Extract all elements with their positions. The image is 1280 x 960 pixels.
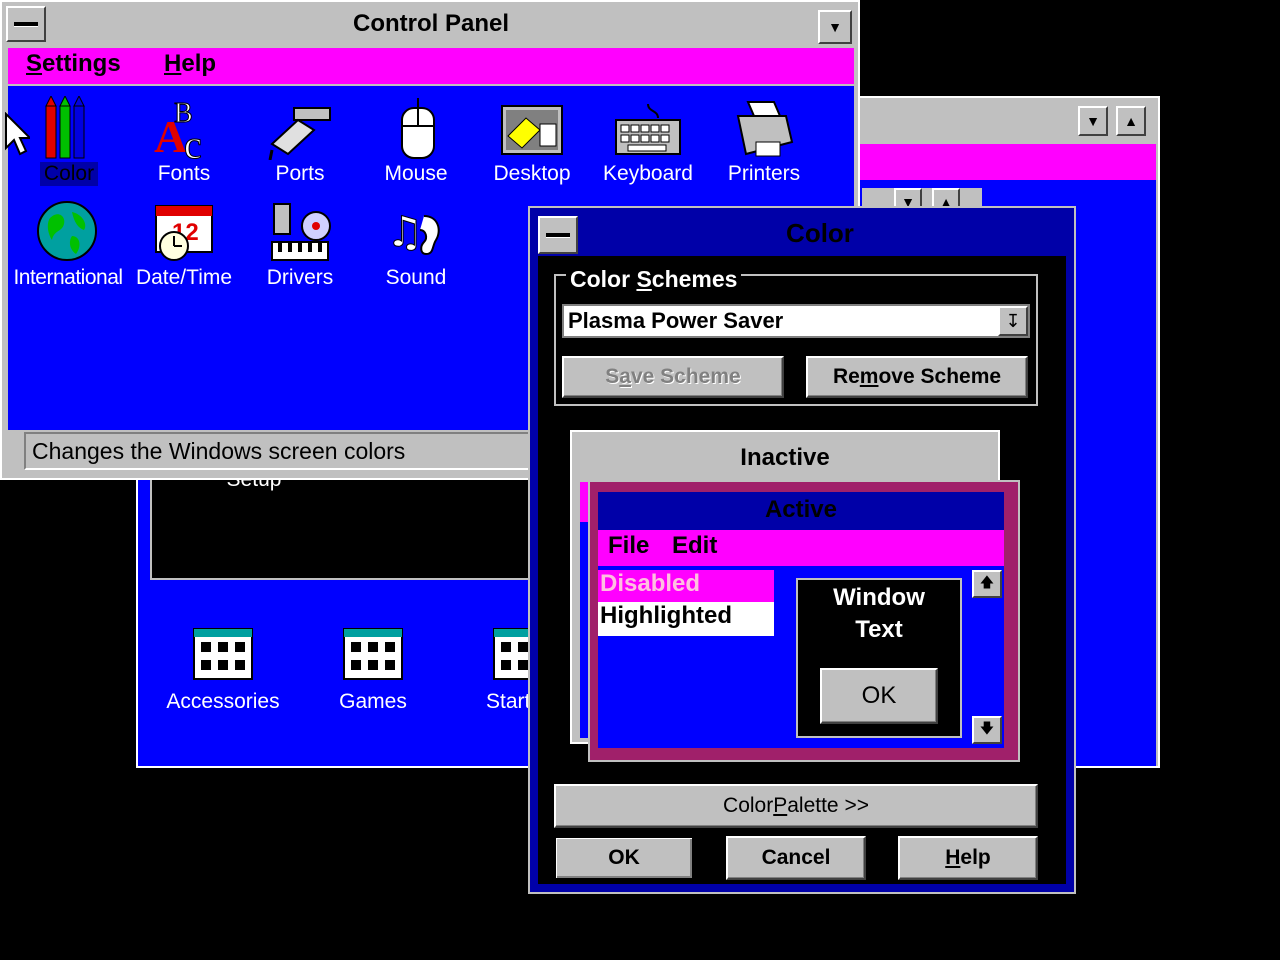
keyboard-icon — [615, 103, 681, 155]
mouse-pointer-icon — [5, 112, 30, 156]
system-menu-icon — [546, 233, 570, 237]
arrow-up-icon: 🡅 — [979, 574, 995, 590]
mouse-icon-label: Mouse — [384, 162, 448, 185]
calendar-clock-icon: 12 — [155, 205, 213, 261]
active-title: Active — [764, 496, 838, 523]
cp-icon-keyboard[interactable]: Keyboard — [590, 94, 706, 190]
ports-icon-label: Ports — [275, 162, 325, 185]
desktop-icon-label: Desktop — [493, 162, 571, 185]
preview-scrollbar[interactable]: 🡅 🡇 — [970, 570, 1004, 746]
window-title: Control Panel — [352, 10, 509, 37]
program-group-icon — [193, 628, 253, 680]
drivers-icon-label: Drivers — [266, 266, 334, 289]
maximize-button[interactable]: ▲ — [1116, 106, 1146, 136]
games-label: Games — [339, 690, 407, 713]
printer-icon — [736, 101, 794, 157]
preview-menu-edit[interactable]: Edit — [672, 532, 717, 560]
scroll-up-button[interactable]: 🡅 — [972, 570, 1002, 598]
menu-help[interactable]: Help — [164, 50, 216, 78]
system-menu-icon — [14, 22, 38, 26]
arrow-down-icon: ↧ — [1005, 310, 1021, 331]
ok-button[interactable]: OK — [554, 836, 694, 880]
printers-icon-label: Printers — [727, 162, 801, 185]
menu-settings[interactable]: Settings — [26, 50, 121, 78]
sound-icon-label: Sound — [385, 266, 447, 289]
active-window-preview[interactable]: Active File Edit Disabled Highlighted Wi… — [588, 480, 1020, 762]
globe-icon — [37, 201, 97, 261]
mouse-icon — [401, 98, 435, 159]
preview-window-text-box: Window Text OK — [796, 578, 962, 738]
group-icon-accessories[interactable]: Accessories — [158, 628, 288, 718]
cp-icon-mouse[interactable]: Mouse — [358, 94, 474, 190]
preview-disabled-item: Disabled — [598, 570, 774, 602]
dialog-title: Color — [786, 218, 854, 248]
color-icon-label: Color — [40, 162, 98, 186]
minimize-button[interactable]: ▼ — [818, 10, 852, 44]
fonts-icon: A c B — [154, 98, 202, 163]
group-icon-games[interactable]: Games — [308, 628, 438, 718]
international-icon-label: International — [13, 266, 123, 289]
arrow-down-icon: 🡇 — [979, 720, 995, 736]
accessories-label: Accessories — [166, 690, 280, 713]
cp-icon-drivers[interactable]: Drivers — [242, 198, 358, 294]
system-menu-button[interactable] — [6, 6, 46, 42]
program-group-icon — [343, 628, 403, 680]
window-text-line-1: Window — [833, 584, 925, 611]
color-scheme-select[interactable]: Plasma Power Saver ↧ — [562, 304, 1030, 338]
window-text-line-2: Text — [855, 616, 903, 643]
arrow-down-icon: ▼ — [828, 19, 842, 35]
scroll-down-button[interactable]: 🡇 — [972, 716, 1002, 744]
cp-icon-fonts[interactable]: A c B Fonts — [126, 94, 242, 190]
cp-icon-printers[interactable]: Printers — [706, 94, 822, 190]
cp-icon-datetime[interactable]: 12 Date/Time — [126, 198, 242, 294]
status-bar: Changes the Windows screen colors — [24, 432, 544, 470]
color-scheme-value: Plasma Power Saver — [568, 308, 784, 333]
cp-icon-desktop[interactable]: Desktop — [474, 94, 590, 190]
color-schemes-label: Color Schemes — [566, 266, 742, 293]
svg-text:B: B — [174, 98, 193, 129]
color-palette-button[interactable]: Color Palette >> — [554, 784, 1038, 828]
menu-bar: Settings Help — [8, 48, 854, 84]
fonts-icon-label: Fonts — [157, 162, 211, 185]
preview-ok-button[interactable]: OK — [820, 668, 938, 724]
arrow-down-icon: ▼ — [1086, 113, 1100, 129]
ports-icon — [268, 107, 331, 160]
inactive-title: Inactive — [740, 444, 830, 471]
help-button[interactable]: Help — [898, 836, 1038, 880]
sound-icon: ♫ — [386, 207, 440, 257]
preview-menu-file[interactable]: File — [608, 532, 649, 560]
keyboard-icon-label: Keyboard — [603, 162, 693, 185]
cp-icon-sound[interactable]: ♫ Sound — [358, 198, 474, 294]
cancel-button[interactable]: Cancel — [726, 836, 866, 880]
desktop-icon — [501, 105, 563, 155]
cp-icon-international[interactable]: International — [8, 198, 128, 294]
minimize-button[interactable]: ▼ — [1078, 106, 1108, 136]
status-text: Changes the Windows screen colors — [32, 438, 406, 464]
system-menu-button[interactable] — [538, 216, 578, 254]
preview-highlighted-item: Highlighted — [598, 602, 774, 636]
datetime-icon-label: Date/Time — [135, 266, 233, 289]
crayons-icon — [45, 96, 85, 159]
save-scheme-button[interactable]: Sa ve Scheme — [562, 356, 784, 398]
dropdown-button[interactable]: ↧ — [998, 306, 1028, 336]
color-dialog[interactable]: Color Color Schemes Plasma Power Saver ↧… — [528, 206, 1076, 894]
svg-text:♫: ♫ — [386, 207, 424, 256]
drivers-icon — [271, 203, 331, 261]
cp-icon-ports[interactable]: Ports — [242, 94, 358, 190]
arrow-up-icon: ▲ — [1124, 113, 1138, 129]
remove-scheme-button[interactable]: Re m ove Scheme — [806, 356, 1028, 398]
active-menu-bar: File Edit — [598, 530, 1004, 566]
